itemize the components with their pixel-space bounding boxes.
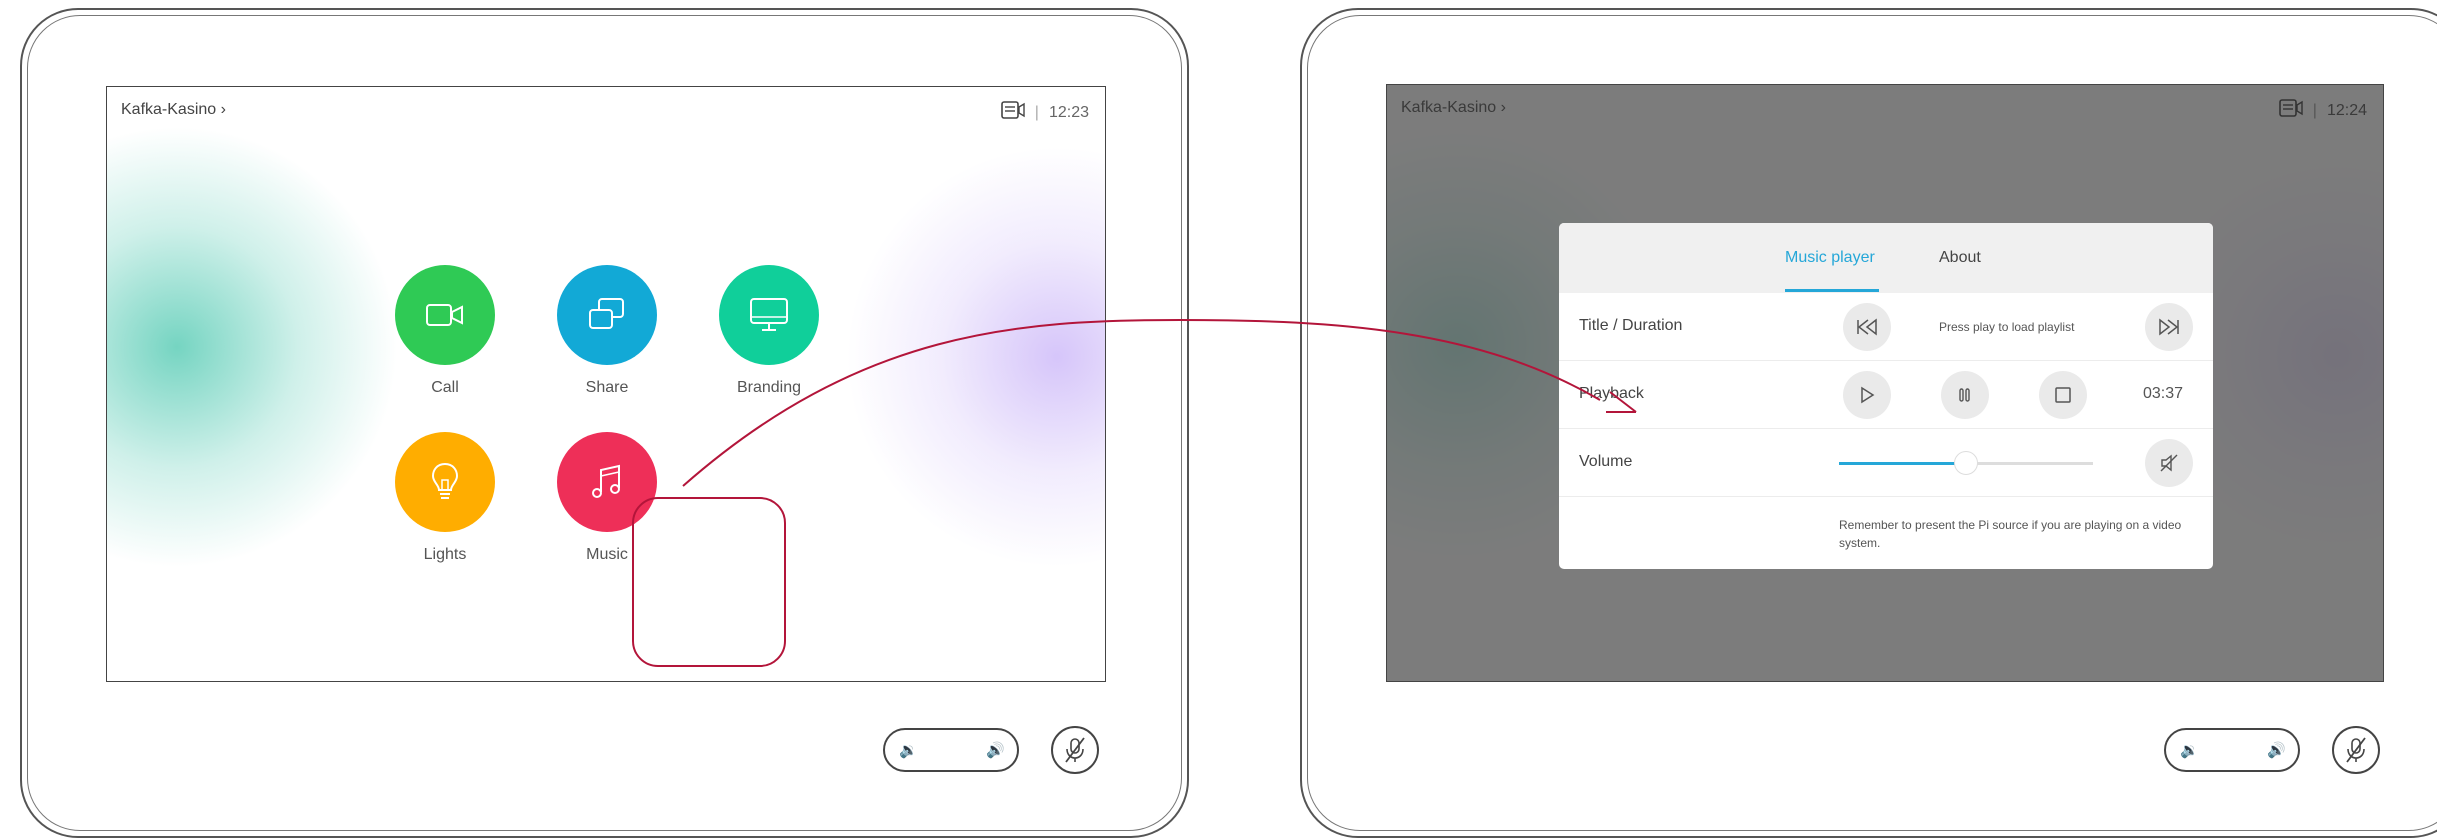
annotation-arrow: [682, 318, 1637, 487]
